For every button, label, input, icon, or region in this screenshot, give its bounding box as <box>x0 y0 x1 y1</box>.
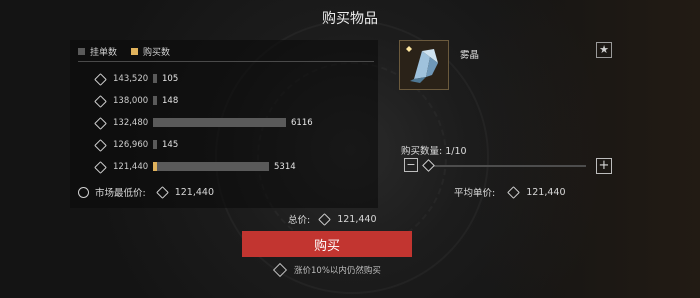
background-glow <box>480 0 700 298</box>
refresh-icon[interactable] <box>78 186 89 198</box>
currency-icon <box>94 94 107 108</box>
average-price-value: 121,440 <box>526 186 566 198</box>
listing-bar <box>153 118 286 127</box>
purchase-bar <box>153 162 157 171</box>
total-price-label: 总价: <box>288 215 311 226</box>
legend-listings-swatch <box>78 48 85 55</box>
buy-button[interactable]: 购买 <box>242 231 412 257</box>
currency-icon <box>94 160 107 174</box>
order-count: 105 <box>162 74 179 84</box>
currency-icon <box>318 212 332 226</box>
item-name: 雾晶 <box>460 50 480 61</box>
currency-icon <box>94 116 107 130</box>
order-price: 138,000 <box>113 96 149 106</box>
lowest-price-label: 市场最低价: <box>95 188 146 199</box>
divider <box>78 61 374 62</box>
currency-icon <box>155 185 169 199</box>
order-count: 5314 <box>274 162 296 172</box>
order-row: 143,520 105 <box>94 72 343 86</box>
average-price-label: 平均单价: <box>454 188 496 199</box>
listing-bar <box>153 162 269 171</box>
quantity-label: 购买数量: 1/10 <box>401 143 467 157</box>
order-count: 148 <box>162 96 179 106</box>
quantity-label-text: 购买数量: <box>401 146 443 157</box>
order-price: 143,520 <box>113 74 149 84</box>
page-title: 购买物品 <box>322 11 378 27</box>
currency-icon <box>94 72 107 86</box>
total-price-value: 121,440 <box>337 213 377 225</box>
order-bar-area: 5314 <box>153 160 343 174</box>
order-price: 126,960 <box>113 140 149 150</box>
crystal-icon <box>399 40 449 90</box>
increase-button[interactable]: + <box>596 158 612 174</box>
quantity-value: 1/10 <box>445 146 467 157</box>
order-row: 138,000 148 <box>94 94 343 108</box>
star-icon[interactable]: ★ <box>596 42 612 58</box>
legend: 挂单数 购买数 <box>78 45 170 58</box>
order-row: 132,480 6116 <box>94 116 343 130</box>
legend-listings-label: 挂单数 <box>90 48 118 58</box>
currency-icon <box>94 138 107 152</box>
order-bar-area: 6116 <box>153 116 343 130</box>
order-price: 121,440 <box>113 162 149 172</box>
lowest-price: 市场最低价: 121,440 <box>78 185 214 199</box>
lowest-price-value: 121,440 <box>174 186 214 198</box>
average-price: 平均单价: 121,440 <box>454 185 566 199</box>
checkbox-icon[interactable] <box>272 262 288 278</box>
order-row: 126,960 145 <box>94 138 343 152</box>
order-row: 121,440 5314 <box>94 160 343 174</box>
order-count: 6116 <box>291 118 313 128</box>
order-book-panel: 挂单数 购买数 143,520 105 138,000 148 132,480 6116 1… <box>70 40 378 208</box>
order-count: 145 <box>162 140 179 150</box>
order-price: 132,480 <box>113 118 149 128</box>
listing-bar <box>153 96 157 105</box>
listing-bar <box>153 140 157 149</box>
listing-bar <box>153 74 157 83</box>
legend-purchase-label: 购买数 <box>143 48 171 58</box>
price-tolerance-option[interactable]: 涨价10%以内仍然购买 <box>272 262 381 278</box>
decrease-button[interactable]: − <box>404 158 418 172</box>
total-price: 总价: 121,440 <box>288 212 377 226</box>
currency-icon <box>507 185 521 199</box>
order-bar-area: 148 <box>153 94 343 108</box>
quantity-slider[interactable] <box>428 165 586 167</box>
order-bar-area: 105 <box>153 72 343 86</box>
price-tolerance-label: 涨价10%以内仍然购买 <box>294 266 381 276</box>
order-bar-area: 145 <box>153 138 343 152</box>
legend-purchase-swatch <box>131 48 139 55</box>
